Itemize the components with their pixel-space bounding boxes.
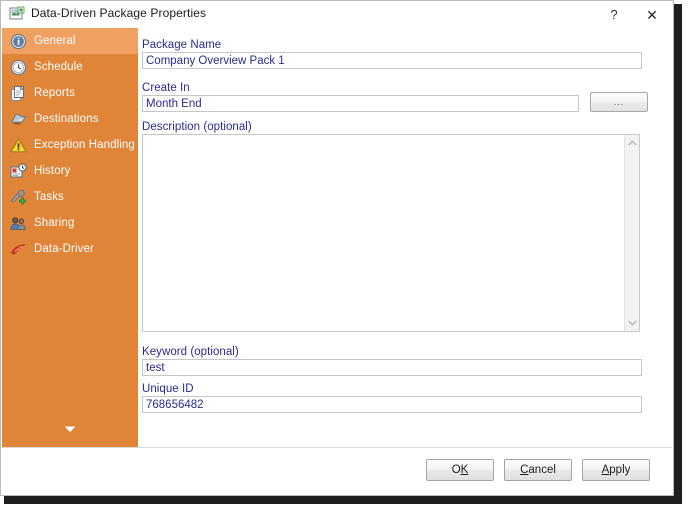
apply-accelerator: A — [601, 464, 610, 476]
clock-icon — [10, 59, 27, 76]
create-in-label: Create In — [142, 82, 190, 94]
ok-pre: O — [451, 464, 461, 476]
sidebar-item-label: Destinations — [34, 113, 99, 125]
sidebar-item-label: Tasks — [34, 191, 64, 203]
sidebar-item-label: Sharing — [34, 217, 75, 229]
dialog-window: Data-Driven Package Properties ? ✕ Gener… — [0, 0, 674, 496]
sidebar-item-tasks[interactable]: Tasks — [2, 184, 138, 210]
sidebar-item-label: Schedule — [34, 61, 83, 73]
window-title: Data-Driven Package Properties — [31, 6, 207, 20]
sidebar-nav: General Schedule Reports Destinations Ex… — [2, 28, 138, 448]
unique-id-label: Unique ID — [142, 383, 194, 395]
history-icon — [10, 162, 27, 180]
create-in-browse-button[interactable]: ... — [590, 92, 648, 112]
warning-icon — [10, 137, 27, 154]
sidebar-item-label: Reports — [34, 87, 75, 99]
ok-accelerator: K — [460, 464, 469, 476]
cancel-post: ancel — [528, 464, 556, 476]
description-scrollbar[interactable] — [624, 135, 639, 331]
sidebar-item-destinations[interactable]: Destinations — [2, 106, 138, 132]
ellipsis-icon: ... — [613, 97, 625, 107]
keyword-label: Keyword (optional) — [142, 346, 239, 358]
help-button[interactable]: ? — [601, 4, 627, 26]
sidebar-item-label: History — [34, 165, 71, 177]
sidebar-item-history[interactable]: History — [2, 158, 138, 184]
tools-icon — [10, 189, 27, 206]
scroll-down-icon[interactable] — [625, 316, 640, 330]
cancel-accelerator: C — [520, 464, 529, 476]
ok-button[interactable]: OK — [426, 459, 494, 481]
package-properties-icon — [9, 6, 25, 22]
package-name-input[interactable] — [142, 52, 642, 69]
dialog-footer: OK Cancel Apply — [2, 447, 672, 494]
folder-send-icon — [10, 111, 27, 128]
documents-icon — [10, 85, 27, 102]
keyword-input[interactable] — [142, 359, 642, 376]
package-name-label: Package Name — [142, 39, 222, 51]
info-icon — [10, 33, 27, 50]
sidebar-item-reports[interactable]: Reports — [2, 80, 138, 106]
sidebar-more-chevron-down-icon[interactable] — [2, 420, 138, 438]
sidebar-item-label: Exception Handling — [34, 139, 135, 151]
description-textarea[interactable] — [143, 135, 624, 331]
sidebar-item-label: General — [34, 35, 76, 47]
unique-id-input[interactable] — [142, 396, 642, 413]
apply-post: pply — [609, 464, 631, 476]
close-button[interactable]: ✕ — [639, 4, 665, 26]
general-panel: Package Name Create In ... Description (… — [138, 28, 673, 448]
description-label: Description (optional) — [142, 121, 252, 133]
sidebar-item-general[interactable]: General — [2, 28, 138, 54]
apply-button[interactable]: Apply — [582, 459, 650, 481]
cancel-button[interactable]: Cancel — [504, 459, 572, 481]
sidebar-item-sharing[interactable]: Sharing — [2, 210, 138, 236]
create-in-input[interactable] — [142, 95, 579, 112]
scroll-up-icon[interactable] — [625, 136, 640, 150]
sidebar-item-data-driver[interactable]: Data-Driver — [2, 236, 138, 262]
sidebar-item-exception-handling[interactable]: Exception Handling — [2, 132, 138, 158]
sidebar-item-schedule[interactable]: Schedule — [2, 54, 138, 80]
description-box — [142, 134, 640, 332]
sidebar-item-label: Data-Driver — [34, 243, 94, 255]
people-icon — [10, 215, 27, 232]
title-bar: Data-Driven Package Properties ? ✕ — [1, 1, 673, 28]
data-driver-icon — [10, 241, 27, 258]
